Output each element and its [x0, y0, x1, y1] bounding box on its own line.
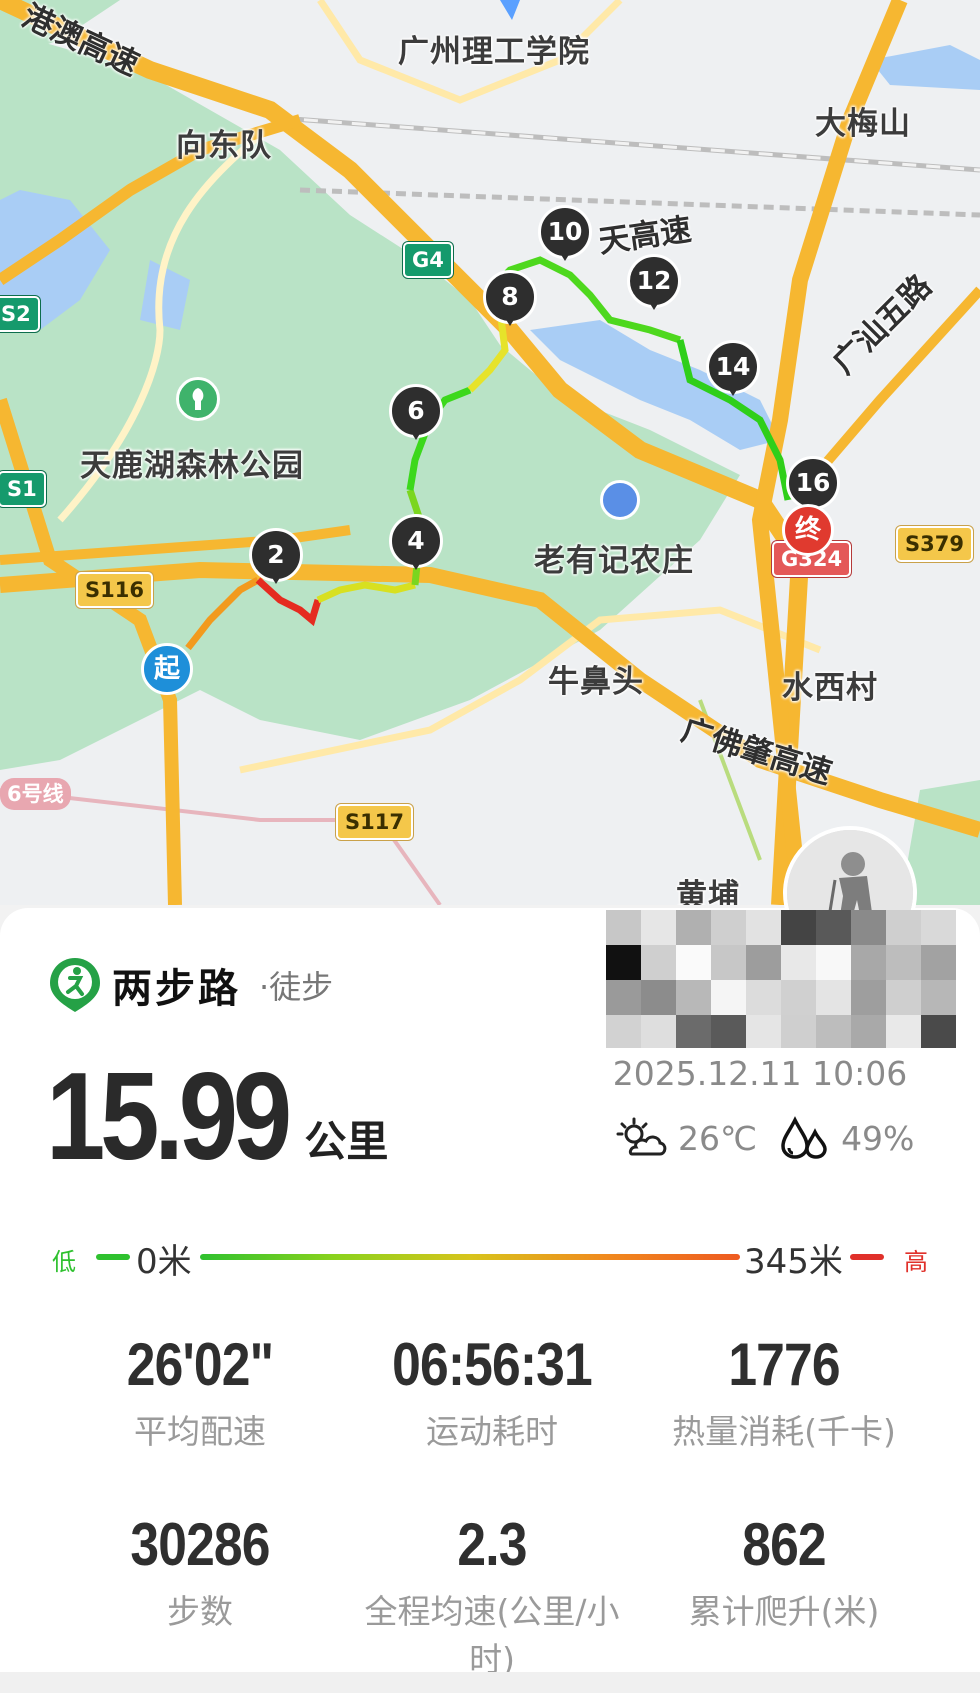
elevation-low-swatch	[96, 1254, 130, 1260]
km-marker-2[interactable]: 2	[249, 528, 303, 592]
map-label-village-east: 向东队	[176, 128, 272, 164]
map-label-shuixicun: 水西村	[782, 670, 878, 706]
distance-value: 15.99	[46, 1048, 292, 1186]
map-label-huangpu: 黄埔	[676, 878, 740, 905]
stat-ascent: 862 累计爬升(米)	[634, 1510, 934, 1633]
location-pin-icon	[600, 480, 640, 520]
km-marker-10[interactable]: 10	[538, 205, 592, 269]
stat-label: 全程均速(公里/小时)	[364, 1592, 620, 1679]
shield-s2: S2	[0, 296, 40, 332]
stat-label: 平均配速	[134, 1412, 266, 1451]
elevation-low-label: 低	[52, 1248, 76, 1276]
stat-value: 06:56:31	[392, 1331, 593, 1398]
map-label-mountain: 大梅山	[815, 106, 911, 142]
stat-label: 热量消耗(千卡)	[672, 1412, 896, 1451]
stat-avg-pace: 26'02" 平均配速	[50, 1330, 350, 1453]
partly-cloudy-icon	[616, 1117, 667, 1156]
brand-name: 两步路	[112, 966, 241, 1012]
route-end-marker[interactable]: 终	[782, 504, 834, 556]
brand-logo-icon	[50, 958, 100, 1012]
shield-s379: S379	[896, 526, 973, 562]
shield-s117: S117	[336, 804, 413, 840]
elevation-high-swatch	[850, 1254, 884, 1260]
activity-type: ·徒步	[259, 968, 334, 1006]
route-map[interactable]: 港澳高速 广州理工学院 向东队 大梅山 天高速 广汕五路 天鹿湖森林公园 老有记…	[0, 0, 980, 905]
map-label-forest-park: 天鹿湖森林公园	[80, 448, 304, 484]
park-icon	[176, 377, 220, 421]
line6-label: 6号线	[0, 778, 71, 810]
stat-calories: 1776 热量消耗(千卡)	[634, 1330, 934, 1453]
distance-unit: 公里	[304, 1117, 389, 1166]
route-start-marker[interactable]: 起	[141, 643, 193, 695]
elevation-legend: 低 0米 345米 高	[44, 1236, 934, 1282]
humidity: 49%	[841, 1118, 915, 1158]
elevation-high-label: 高	[904, 1248, 928, 1276]
stat-value: 1776	[728, 1331, 840, 1398]
record-datetime: 2025.12.11 10:06	[612, 1054, 908, 1093]
shield-g4: G4	[403, 242, 453, 278]
stat-label: 步数	[167, 1592, 233, 1631]
km-marker-8[interactable]: 8	[483, 270, 537, 334]
stat-label: 运动耗时	[426, 1412, 558, 1451]
temperature: 26℃	[678, 1118, 758, 1158]
stat-value: 2.3	[457, 1511, 527, 1578]
stat-steps: 30286 步数	[50, 1510, 350, 1633]
weather-info: 26℃ 49%	[614, 1115, 914, 1161]
stat-avg-speed: 2.3 全程均速(公里/小时)	[342, 1510, 642, 1681]
km-marker-14[interactable]: 14	[706, 340, 760, 404]
shield-s1: S1	[0, 471, 46, 507]
total-distance: 15.99 公里	[46, 1055, 388, 1179]
humidity-icon	[781, 1116, 827, 1159]
stat-value: 862	[742, 1511, 826, 1578]
footer-strip	[0, 1672, 980, 1693]
stat-label: 累计爬升(米)	[688, 1592, 880, 1631]
stat-value: 30286	[130, 1511, 270, 1578]
km-marker-12[interactable]: 12	[627, 254, 681, 318]
shield-s116: S116	[76, 572, 153, 608]
map-label-farm: 老有记农庄	[534, 543, 694, 579]
km-marker-4[interactable]: 4	[389, 514, 443, 578]
elevation-min: 0米	[136, 1242, 192, 1282]
stat-value: 26'02"	[126, 1331, 274, 1398]
elevation-max: 345米	[744, 1242, 843, 1282]
map-label-university: 广州理工学院	[398, 34, 590, 70]
brand: 两步路 ·徒步	[48, 955, 333, 1015]
stat-duration: 06:56:31 运动耗时	[342, 1330, 642, 1453]
qr-code-blurred[interactable]	[606, 910, 956, 1048]
elevation-gradient-bar	[200, 1254, 740, 1260]
map-label-niubitou: 牛鼻头	[548, 664, 644, 700]
km-marker-6[interactable]: 6	[389, 384, 443, 448]
